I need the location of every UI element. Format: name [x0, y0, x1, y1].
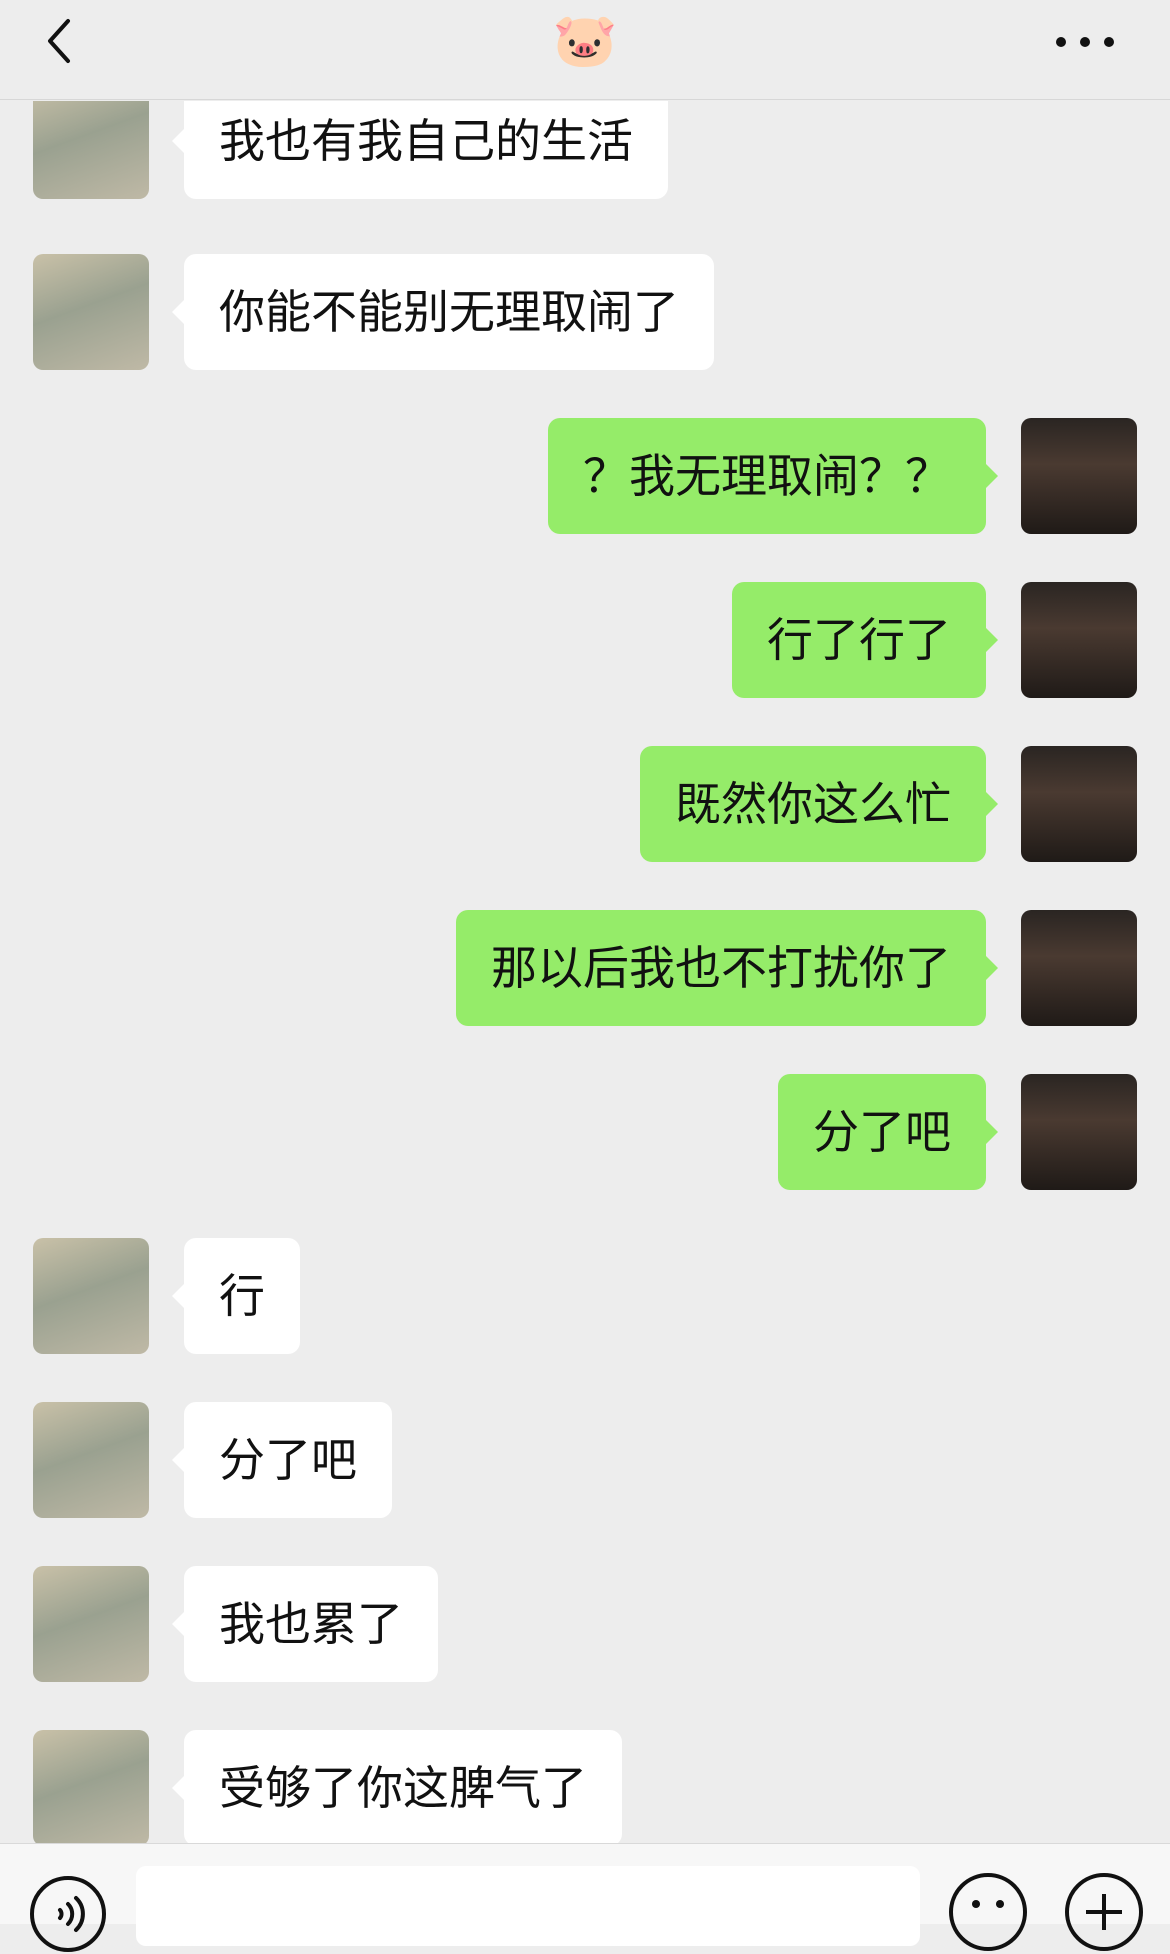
message-row: ？我无理取闹？？: [0, 418, 1170, 534]
message-row: 既然你这么忙: [0, 746, 1170, 862]
plus-icon[interactable]: [1062, 1870, 1146, 1954]
message-bubble[interactable]: 行: [172, 1238, 300, 1354]
self-avatar[interactable]: [1021, 582, 1137, 698]
message-row: 分了吧: [0, 1074, 1170, 1190]
chat-title: 🐷: [552, 11, 618, 71]
message-row: 那以后我也不打扰你了: [0, 910, 1170, 1026]
message-row: 我也有我自己的生活: [0, 101, 1170, 199]
message-bubble[interactable]: 那以后我也不打扰你了: [456, 910, 998, 1026]
message-bubble[interactable]: 分了吧: [778, 1074, 998, 1190]
message-row: 行了行了: [0, 582, 1170, 698]
voice-icon[interactable]: [28, 1874, 108, 1954]
message-bubble[interactable]: 我也累了: [172, 1566, 438, 1682]
message-row: 行: [0, 1238, 1170, 1354]
message-row: 我也累了: [0, 1566, 1170, 1682]
message-bubble[interactable]: 你能不能别无理取闹了: [172, 254, 714, 370]
message-row: 你能不能别无理取闹了: [0, 254, 1170, 370]
self-avatar[interactable]: [1021, 418, 1137, 534]
contact-avatar[interactable]: [33, 254, 149, 370]
message-bubble[interactable]: 分了吧: [172, 1402, 392, 1518]
self-avatar[interactable]: [1021, 746, 1137, 862]
message-bubble[interactable]: ？我无理取闹？？: [548, 418, 998, 534]
message-list[interactable]: 我也有我自己的生活 你能不能别无理取闹了 ？我无理取闹？？ 行了行了 既然你这么…: [0, 101, 1170, 1843]
chat-header: 🐷: [0, 0, 1170, 100]
input-bar: [0, 1843, 1170, 1952]
contact-avatar[interactable]: [33, 1402, 149, 1518]
message-input[interactable]: [136, 1866, 920, 1946]
message-bubble[interactable]: 行了行了: [732, 582, 998, 698]
self-avatar[interactable]: [1021, 1074, 1137, 1190]
self-avatar[interactable]: [1021, 910, 1137, 1026]
message-bubble[interactable]: 既然你这么忙: [640, 746, 998, 862]
contact-avatar[interactable]: [33, 1238, 149, 1354]
message-row: 受够了你这脾气了: [0, 1730, 1170, 1843]
message-row: 分了吧: [0, 1402, 1170, 1518]
message-bubble[interactable]: 我也有我自己的生活: [172, 101, 668, 199]
more-dots-icon[interactable]: [1056, 34, 1116, 50]
message-bubble[interactable]: 受够了你这脾气了: [172, 1730, 622, 1843]
contact-avatar[interactable]: [33, 101, 149, 199]
contact-avatar[interactable]: [33, 1566, 149, 1682]
contact-avatar[interactable]: [33, 1730, 149, 1843]
emoji-icon[interactable]: [946, 1870, 1030, 1954]
